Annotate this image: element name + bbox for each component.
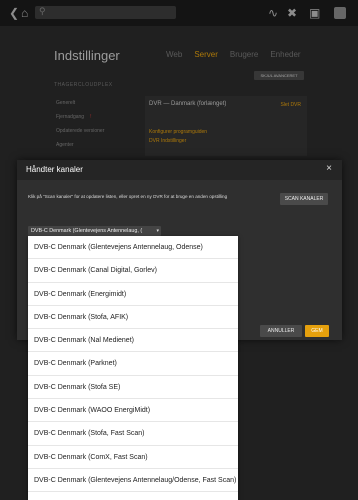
cancel-button[interactable]: ANNULLER (260, 325, 302, 337)
close-icon[interactable]: × (326, 163, 332, 174)
save-button[interactable]: GEM (305, 325, 329, 337)
dropdown-option[interactable]: DVB-C Denmark (Glentevejens Antennelaug,… (28, 236, 238, 260)
dropdown-option[interactable]: DVB-C Denmark (Nal Medienet) (28, 329, 238, 353)
chevron-down-icon: ▾ (156, 228, 159, 234)
modal-description: Klik på "Scan kanaler" for at opdatere l… (28, 194, 228, 199)
dropdown-option[interactable]: DVB-C Denmark (Stofa, AFIK) (28, 306, 238, 330)
select-value: DVB-C Denmark (Glentevejens Antennelaug,… (31, 228, 143, 234)
dropdown-option[interactable]: DVB-C Denmark (Parknet) (28, 352, 238, 376)
dropdown-option[interactable]: DVB-C Denmark (ComX, Fast Scan) (28, 446, 238, 469)
dropdown-option[interactable]: DVB-C Denmark (WAOO EnergiMidt) (28, 399, 238, 423)
lineup-dropdown: DVB-C Denmark (Glentevejens Antennelaug,… (28, 236, 238, 500)
dropdown-option[interactable]: DVB-C Denmark (Stofa SE) (28, 376, 238, 400)
dropdown-option[interactable]: DVB-C Denmark (Canal Digital, Gorlev) (28, 259, 238, 283)
dropdown-option[interactable]: DVB-C Denmark (Stofa, Fast Scan) (28, 422, 238, 446)
scan-channels-button[interactable]: SCAN KANALER (280, 193, 328, 205)
modal-header: Håndter kanaler × (17, 160, 342, 180)
lineup-select[interactable]: DVB-C Denmark (Glentevejens Antennelaug,… (28, 226, 161, 236)
dropdown-option[interactable]: DVB-C Denmark (Energimidt) (28, 283, 238, 306)
modal-title: Håndter kanaler (26, 165, 83, 174)
dropdown-option[interactable]: DVB-C Denmark (Glentevejens Antennelaug/… (28, 469, 238, 493)
